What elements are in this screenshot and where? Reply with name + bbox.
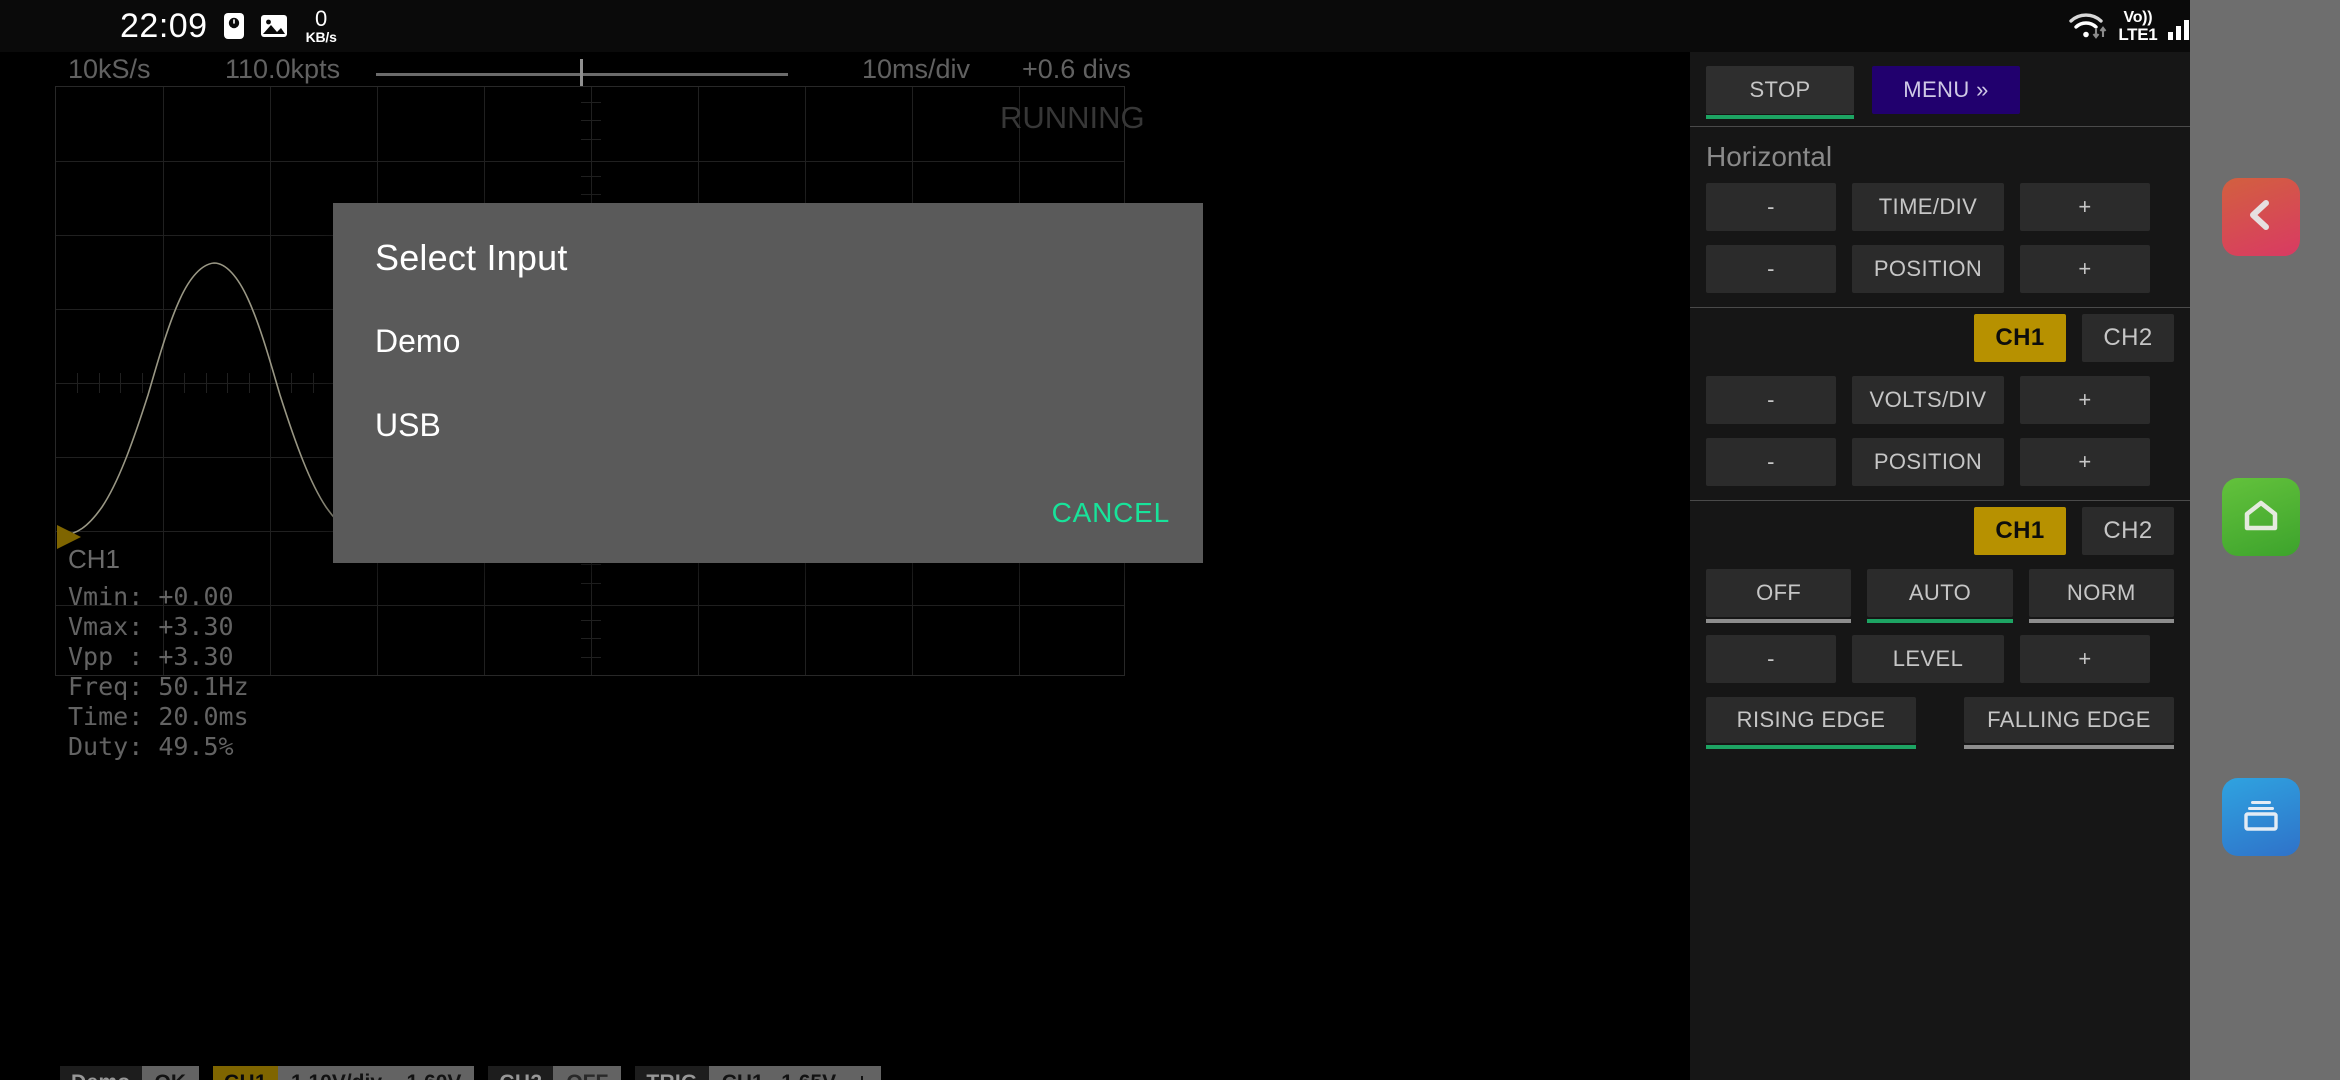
horizontal-position-increase-button[interactable]: + xyxy=(2020,245,2150,293)
menu-button[interactable]: MENU » xyxy=(1872,66,2020,114)
trigger-level-row: - LEVEL + xyxy=(1690,635,2190,697)
trigger-channel-row: CH1 CH2 xyxy=(1690,501,2190,569)
trigger-edge-row: RISING EDGE FALLING EDGE xyxy=(1690,697,2190,749)
image-icon xyxy=(260,13,288,39)
back-button[interactable] xyxy=(2222,178,2300,256)
time-div-row: - TIME/DIV + xyxy=(1690,183,2190,245)
recents-button[interactable] xyxy=(2222,778,2300,856)
trigger-rising-active-underline xyxy=(1706,745,1916,749)
recents-icon xyxy=(2239,794,2283,841)
stop-button[interactable]: STOP xyxy=(1706,66,1854,119)
network-speed-unit: KB/s xyxy=(305,29,337,45)
control-panel: STOP MENU » Horizontal - TIME/DIV + - PO… xyxy=(1690,52,2190,1080)
trigger-auto-button[interactable]: AUTO xyxy=(1867,569,2013,623)
volts-div-decrease-button[interactable]: - xyxy=(1706,376,1836,424)
trigger-level-increase-button[interactable]: + xyxy=(2020,635,2150,683)
trigger-off-underline xyxy=(1706,619,1852,623)
menu-button-label: MENU » xyxy=(1903,77,1989,102)
status-bar-clock: 22:09 xyxy=(120,7,208,45)
vertical-ch2-button[interactable]: CH2 xyxy=(2082,314,2174,362)
trigger-section: CH1 CH2 OFF AUTO NORM - LEVEL + RISING E… xyxy=(1690,501,2190,749)
trigger-falling-edge-button[interactable]: FALLING EDGE xyxy=(1964,697,2174,749)
trigger-norm-label: NORM xyxy=(2066,580,2136,605)
dialog-option-usb[interactable]: USB xyxy=(375,407,441,444)
select-input-dialog: Select Input Demo USB CANCEL xyxy=(333,203,1203,563)
vertical-channel-row: CH1 CH2 xyxy=(1690,308,2190,376)
volts-div-row: - VOLTS/DIV + xyxy=(1690,376,2190,438)
horizontal-section: Horizontal - TIME/DIV + - POSITION + xyxy=(1690,127,2190,307)
volts-div-button[interactable]: VOLTS/DIV xyxy=(1852,376,2004,424)
trigger-off-button[interactable]: OFF xyxy=(1706,569,1852,623)
volte-indicator: Vo)) LTE1 xyxy=(2118,8,2158,44)
trigger-falling-underline xyxy=(1964,745,2174,749)
dialog-option-demo[interactable]: Demo xyxy=(375,323,460,360)
trigger-rising-edge-label: RISING EDGE xyxy=(1736,707,1886,732)
stop-button-label: STOP xyxy=(1749,77,1811,102)
home-button[interactable] xyxy=(2222,478,2300,556)
vertical-position-button[interactable]: POSITION xyxy=(1852,438,2004,486)
trigger-ch2-button[interactable]: CH2 xyxy=(2082,507,2174,555)
trigger-level-decrease-button[interactable]: - xyxy=(1706,635,1836,683)
status-bar-left: 22:09 0 KB/s xyxy=(120,6,337,45)
volts-div-increase-button[interactable]: + xyxy=(2020,376,2150,424)
horizontal-position-decrease-button[interactable]: - xyxy=(1706,245,1836,293)
vertical-position-increase-button[interactable]: + xyxy=(2020,438,2150,486)
trigger-off-label: OFF xyxy=(1756,580,1802,605)
volte-label-top: Vo)) xyxy=(2123,8,2153,26)
volte-label-bottom: LTE1 xyxy=(2118,24,2158,44)
panel-top-row: STOP MENU » xyxy=(1690,52,2190,126)
trigger-ch1-button[interactable]: CH1 xyxy=(1974,507,2066,555)
horizontal-position-row: - POSITION + xyxy=(1690,245,2190,307)
horizontal-position-button[interactable]: POSITION xyxy=(1852,245,2004,293)
wifi-icon xyxy=(2068,10,2108,42)
trigger-falling-edge-label: FALLING EDGE xyxy=(1987,707,2151,732)
stop-active-underline xyxy=(1706,115,1854,119)
trigger-mode-row: OFF AUTO NORM xyxy=(1690,569,2190,635)
app-root: 22:09 0 KB/s Vo)) LTE1 10kS/s 110.0kpts … xyxy=(0,0,2340,1080)
clock-icon xyxy=(222,12,246,40)
horizontal-section-title: Horizontal xyxy=(1706,141,1833,172)
back-chevron-icon xyxy=(2240,194,2282,241)
time-div-button[interactable]: TIME/DIV xyxy=(1852,183,2004,231)
trigger-level-button[interactable]: LEVEL xyxy=(1852,635,2004,683)
android-status-bar: 22:09 0 KB/s Vo)) LTE1 xyxy=(0,0,2340,52)
home-icon xyxy=(2239,494,2283,541)
network-speed-indicator: 0 KB/s xyxy=(305,6,337,45)
vertical-position-decrease-button[interactable]: - xyxy=(1706,438,1836,486)
vertical-section: CH1 CH2 - VOLTS/DIV + - POSITION + xyxy=(1690,308,2190,500)
time-div-increase-button[interactable]: + xyxy=(2020,183,2150,231)
trigger-rising-edge-button[interactable]: RISING EDGE xyxy=(1706,697,1916,749)
time-div-decrease-button[interactable]: - xyxy=(1706,183,1836,231)
trigger-norm-underline xyxy=(2028,619,2174,623)
dialog-cancel-button[interactable]: CANCEL xyxy=(1052,497,1170,529)
vertical-ch1-button[interactable]: CH1 xyxy=(1974,314,2066,362)
trigger-norm-button[interactable]: NORM xyxy=(2028,569,2174,623)
floating-nav-rail xyxy=(2190,0,2340,1080)
trigger-auto-active-underline xyxy=(1867,619,2013,623)
dialog-title: Select Input xyxy=(375,237,568,278)
vertical-position-row: - POSITION + xyxy=(1690,438,2190,500)
trigger-auto-label: AUTO xyxy=(1908,580,1972,605)
network-speed-value: 0 xyxy=(315,6,328,31)
